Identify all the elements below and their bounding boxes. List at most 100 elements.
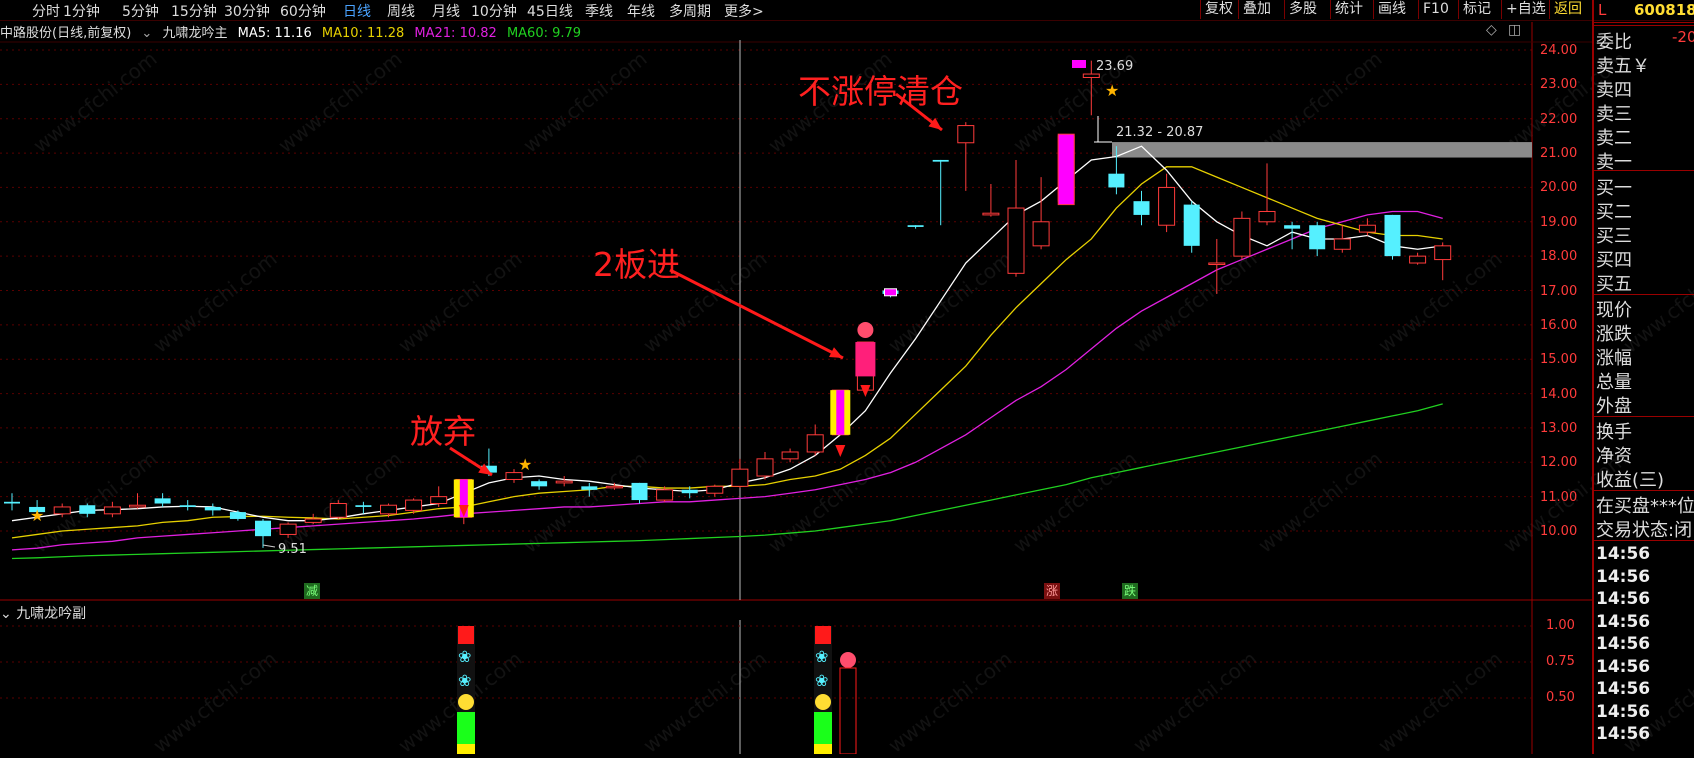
quote-row-17: 净资: [1596, 446, 1632, 467]
magenta-mini: [884, 288, 897, 297]
tick-time: 14:56: [1596, 724, 1651, 744]
tick-time: 14:56: [1596, 656, 1651, 677]
peak-flag: [1072, 60, 1086, 68]
sub-bar-1-butterfly-icon: ❀: [458, 647, 471, 666]
candle-body-up: [1158, 186, 1176, 226]
toolbar-button-0[interactable]: 复权: [1200, 0, 1237, 19]
diamond-icon[interactable]: ◇: [1486, 22, 1497, 38]
quote-row-2: 卖四: [1596, 80, 1632, 101]
ma10-value: MA10: 11.28: [321, 26, 405, 41]
candle-body-up: [1032, 221, 1050, 247]
signal-arrow: [835, 445, 846, 457]
stock-title: 中路股份(日线,前复权): [0, 26, 132, 41]
candle-body-up: [380, 504, 397, 515]
candle-body-down: [531, 481, 548, 487]
candle-body-down: [1309, 225, 1326, 250]
candle-body-down: [932, 159, 949, 162]
toolbar-button-6[interactable]: 标记: [1458, 0, 1495, 19]
toolbar-button-2[interactable]: 多股: [1284, 0, 1321, 19]
runner-icon: ★: [1105, 81, 1119, 100]
sub-bar-1-red: [458, 626, 474, 644]
toolbar-button-4[interactable]: 画线: [1373, 0, 1410, 19]
toolbar-button-7[interactable]: +自选: [1501, 0, 1550, 19]
period-2[interactable]: 5分钟: [122, 1, 159, 21]
sub-indicator-title[interactable]: ⌄ 九啸龙吟副: [0, 603, 86, 623]
sub-bar-2-butterfly-icon: ❀: [815, 671, 828, 690]
panel-toggle-icon[interactable]: ◫: [1508, 22, 1521, 38]
period-13[interactable]: 多周期: [669, 1, 711, 21]
quote-panel: L 600818 委比 卖五￥ 卖四 卖三 卖二 卖一 买一 买二 买三 买四 买五 现价 涨跌 涨幅 总量…: [1592, 0, 1694, 754]
candle-body-up: [1409, 255, 1427, 264]
low-price-label: 9.51: [278, 542, 307, 557]
candle-body-up: [103, 506, 121, 515]
runner-icon: ★: [518, 455, 532, 474]
price-tick: 10.00: [1540, 524, 1578, 540]
period-7[interactable]: 周线: [387, 1, 415, 21]
ma10-line: [11, 166, 1443, 539]
stock-code: 600818: [1634, 1, 1694, 19]
candle-body-up: [129, 504, 146, 508]
period-11[interactable]: 季线: [585, 1, 613, 21]
quote-row-16: 换手: [1596, 422, 1632, 443]
toolbar-button-1[interactable]: 叠加: [1238, 0, 1275, 19]
toolbar-button-5[interactable]: F10: [1418, 0, 1453, 19]
period-6[interactable]: 日线: [343, 1, 371, 21]
price-tick: 12.00: [1540, 455, 1578, 471]
candle-body-up: [731, 468, 749, 487]
candle-body-up: [279, 523, 297, 535]
sub-bar-2-red: [815, 626, 831, 644]
price-tick: 17.00: [1540, 283, 1578, 299]
annotation-clear: 不涨停清仓: [798, 72, 963, 111]
sub-bar-2-ball-icon: [840, 652, 856, 668]
sub-indicator-name: 九啸龙吟副: [16, 606, 87, 622]
candle-body-up: [1208, 262, 1226, 266]
price-tick: 16.00: [1540, 317, 1578, 333]
tick-time: 14:56: [1596, 611, 1651, 632]
ma60-value: MA60: 9.79: [506, 26, 582, 41]
price-tick: 21.00: [1540, 146, 1578, 162]
indicator-legend: 中路股份(日线,前复权) ⌄ 九啸龙吟主 MA5: 11.16 MA10: 11…: [0, 22, 587, 41]
price-tick: 13.00: [1540, 420, 1578, 436]
circle-chevron-icon[interactable]: ⌄: [141, 26, 152, 41]
price-tick: 24.00: [1540, 43, 1578, 58]
candle-body-down: [631, 482, 648, 501]
quote-row-14: 总量: [1596, 372, 1632, 393]
runner-icon: ★: [30, 506, 44, 525]
period-8[interactable]: 月线: [432, 1, 460, 21]
quote-row-9: 买四: [1596, 250, 1632, 271]
period-4[interactable]: 30分钟: [224, 1, 270, 21]
limit-up-bar: [855, 342, 876, 377]
period-0[interactable]: 分时: [32, 1, 60, 21]
candle-body-down: [1384, 214, 1401, 257]
period-10[interactable]: 45日线: [527, 1, 573, 21]
indicator-name[interactable]: 九啸龙吟主: [162, 26, 227, 41]
candle-body-down: [355, 505, 372, 507]
panel-separator: [1594, 294, 1694, 295]
period-12[interactable]: 年线: [627, 1, 655, 21]
period-9[interactable]: 10分钟: [471, 1, 517, 21]
wei-bi-value: -20: [1672, 28, 1694, 46]
candle-body-down: [1133, 201, 1150, 215]
osc-tick: 0.50: [1546, 690, 1575, 705]
period-3[interactable]: 15分钟: [171, 1, 217, 21]
toolbar-button-3[interactable]: 统计: [1330, 0, 1367, 19]
ma5-value: MA5: 11.16: [237, 26, 312, 41]
sub-bar-2-yellow: [814, 744, 832, 754]
panel-separator: [1594, 170, 1694, 171]
quote-row-1: 卖五￥: [1596, 56, 1650, 77]
chart-canvas[interactable]: ★ ★ ★ ❀ ❀ ❀ ❀: [0, 0, 1592, 754]
quote-row-10: 买五: [1596, 274, 1632, 295]
toolbar-button-8[interactable]: 返回: [1549, 0, 1586, 19]
panel-separator: [1594, 490, 1694, 491]
marker-zhang: 涨: [1044, 583, 1061, 599]
candle-body-up: [1233, 217, 1251, 257]
period-5[interactable]: 60分钟: [280, 1, 326, 21]
period-14[interactable]: 更多>: [724, 1, 764, 21]
price-tick: 14.00: [1540, 386, 1578, 402]
candle-body-down: [255, 520, 271, 537]
price-tick: 19.00: [1540, 214, 1578, 230]
price-tick: 11.00: [1540, 489, 1578, 505]
price-tick: 20.00: [1540, 180, 1578, 196]
sub-bar-2-butterfly-icon: ❀: [815, 647, 828, 666]
period-1[interactable]: 1分钟: [63, 1, 100, 21]
